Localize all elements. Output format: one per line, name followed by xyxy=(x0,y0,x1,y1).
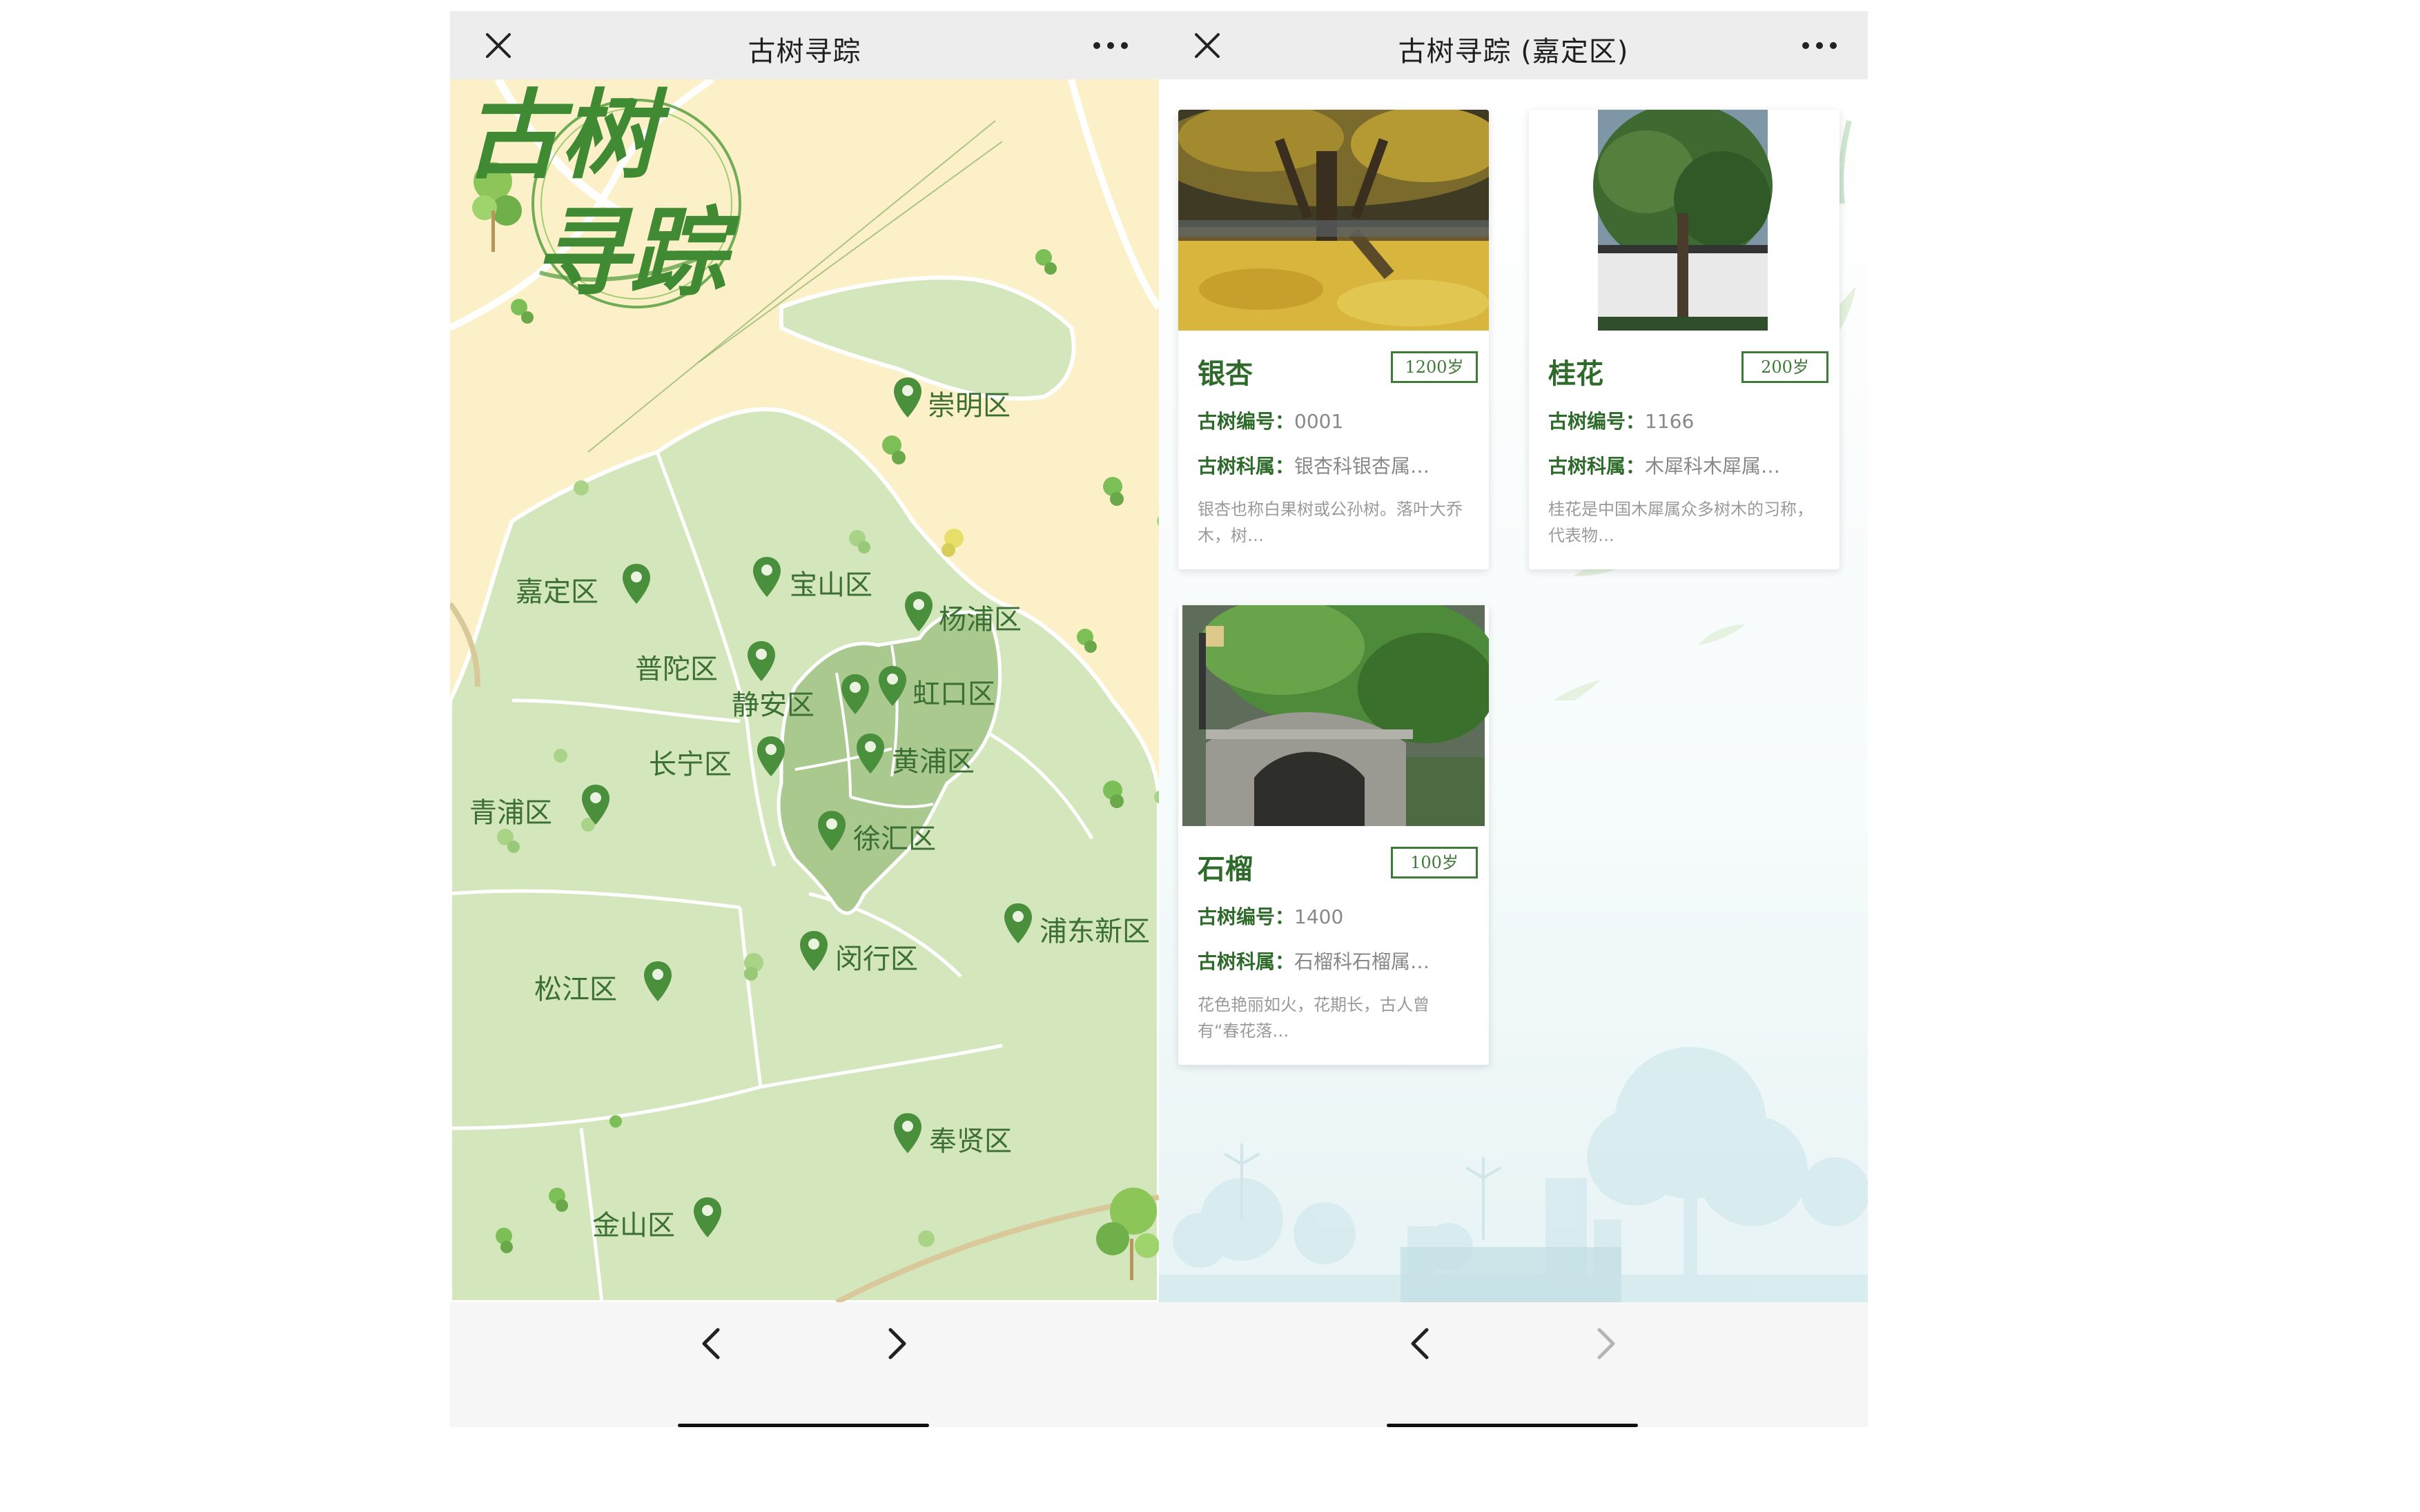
map-pin-icon xyxy=(623,564,650,604)
map-pin-icon xyxy=(857,734,884,774)
tree-id-row: 古树编号：0001 xyxy=(1198,406,1343,434)
more-dots-icon[interactable] xyxy=(1090,32,1131,59)
map-pin-icon xyxy=(841,674,869,714)
tree-photo xyxy=(1178,110,1489,331)
district-label: 青浦区 xyxy=(469,797,552,829)
tree-name: 银杏 xyxy=(1198,358,1253,390)
age-badge: 200岁 xyxy=(1741,351,1828,383)
district-map: 古树 寻踪 崇明区 嘉定区 宝山区 杨浦区 普陀区 静安区 虹口区 长宁区 黄浦… xyxy=(450,79,1159,1302)
map-pin-icon xyxy=(753,557,781,597)
tree-id-row: 古树编号：1166 xyxy=(1548,406,1694,434)
id-label: 古树编号： xyxy=(1198,410,1295,433)
logo-text-2: 寻踪 xyxy=(533,197,740,310)
tree-family: 银杏科银杏属… xyxy=(1294,455,1430,478)
tree-id: 1166 xyxy=(1645,410,1695,433)
tree-id: 0001 xyxy=(1294,410,1344,433)
logo-text: 古树 xyxy=(464,80,670,193)
district-label: 闵行区 xyxy=(835,943,918,975)
map-pin-icon xyxy=(757,736,785,776)
city-forest-scene xyxy=(1159,1047,1868,1302)
chevron-left-icon[interactable] xyxy=(692,1323,733,1364)
district-label: 徐汇区 xyxy=(853,823,936,855)
tree-family-row: 古树科属：银杏科银杏属… xyxy=(1198,451,1429,479)
district-label: 嘉定区 xyxy=(516,576,598,608)
tree-description: 桂花是中国木犀属众多树木的习称，代表物… xyxy=(1548,500,1813,545)
map-pin-icon xyxy=(1004,903,1032,943)
district-label: 浦东新区 xyxy=(1040,916,1150,948)
district-label: 宝山区 xyxy=(790,569,872,601)
bottom-nav-bar xyxy=(1159,1302,1868,1427)
chevron-right-icon xyxy=(1597,1328,1615,1359)
age-badge: 1200岁 xyxy=(1391,351,1478,383)
tree-family-row: 古树科属：石榴科石榴属… xyxy=(1198,947,1429,974)
family-label: 古树科属： xyxy=(1548,455,1646,478)
bottom-nav-bar xyxy=(450,1302,1159,1427)
district-label: 虹口区 xyxy=(913,678,995,710)
tree-photo xyxy=(1178,605,1489,826)
logo-line-1: 古树 xyxy=(464,80,670,193)
tree-id-row: 古树编号：1400 xyxy=(1198,902,1343,930)
tree-card[interactable]: 桂花 200岁 古树编号：1166 古树科属：木犀科木犀属… 桂花是中国木犀属众… xyxy=(1529,110,1840,569)
district-label: 黄浦区 xyxy=(892,746,975,778)
chevron-right-icon[interactable] xyxy=(875,1323,917,1364)
tree-family: 木犀科木犀属… xyxy=(1645,455,1781,478)
map-pin-icon xyxy=(818,811,846,851)
map-pin-icon xyxy=(800,931,828,971)
tree-card[interactable]: 石榴 100岁 古树编号：1400 古树科属：石榴科石榴属… 花色艳丽如火，花期… xyxy=(1178,605,1489,1065)
logo-emblem: 古树 寻踪 xyxy=(464,80,741,310)
map-pin-icon xyxy=(748,641,775,681)
district-label: 普陀区 xyxy=(635,654,718,685)
map-pin-icon xyxy=(582,785,609,825)
district-label: 杨浦区 xyxy=(939,604,1022,636)
tree-name: 桂花 xyxy=(1548,358,1603,390)
map-screen: 古树寻踪 古树 寻踪 崇明区 嘉定区 宝山区 杨浦区 普陀区 静安区 虹口区 长… xyxy=(450,11,1159,1427)
district-label: 松江区 xyxy=(534,974,617,1005)
home-indicator[interactable] xyxy=(678,1424,929,1427)
tree-list: 银杏 1200岁 古树编号：0001 古树科属：银杏科银杏属… 银杏也称白果树或… xyxy=(1159,79,1868,1302)
tree-card[interactable]: 银杏 1200岁 古树编号：0001 古树科属：银杏科银杏属… 银杏也称白果树或… xyxy=(1178,110,1489,569)
page-title: 古树寻踪 xyxy=(748,36,861,68)
id-label: 古树编号： xyxy=(1198,905,1295,928)
id-label: 古树编号： xyxy=(1548,410,1646,433)
top-bar: 古树寻踪 (嘉定区) xyxy=(1159,11,1868,79)
district-label: 长宁区 xyxy=(649,749,732,780)
map-pin-icon xyxy=(894,377,921,418)
family-label: 古树科属： xyxy=(1198,455,1295,478)
home-indicator[interactable] xyxy=(1387,1424,1638,1427)
district-label: 静安区 xyxy=(732,689,814,721)
page-title: 古树寻踪 (嘉定区) xyxy=(1398,36,1629,68)
top-bar: 古树寻踪 xyxy=(450,11,1159,79)
list-screen: 古树寻踪 (嘉定区) 银杏 1200岁 古树编号：0001 古树科属：银杏科银杏… xyxy=(1159,11,1868,1427)
tree-photo xyxy=(1529,110,1840,331)
more-dots-icon[interactable] xyxy=(1799,32,1840,59)
age-badge: 100岁 xyxy=(1391,847,1478,878)
map-pin-icon xyxy=(894,1113,921,1153)
tree-description: 银杏也称白果树或公孙树。落叶大乔木，树… xyxy=(1198,500,1463,545)
logo-line-2: 寻踪 xyxy=(533,197,740,310)
map-pin-icon xyxy=(644,961,672,1001)
family-label: 古树科属： xyxy=(1198,950,1295,973)
tree-family-row: 古树科属：木犀科木犀属… xyxy=(1548,451,1780,479)
district-label: 崇明区 xyxy=(928,390,1011,422)
district-label: 金山区 xyxy=(592,1210,675,1241)
tree-id: 1400 xyxy=(1294,905,1344,928)
map-pin-icon xyxy=(879,666,906,706)
tree-name: 石榴 xyxy=(1198,854,1253,885)
chevron-left-icon[interactable] xyxy=(1401,1323,1442,1364)
tree-family: 石榴科石榴属… xyxy=(1294,950,1430,973)
map-pin-icon xyxy=(905,591,933,631)
map-pin-icon xyxy=(694,1197,721,1237)
district-label: 奉贤区 xyxy=(929,1126,1012,1157)
